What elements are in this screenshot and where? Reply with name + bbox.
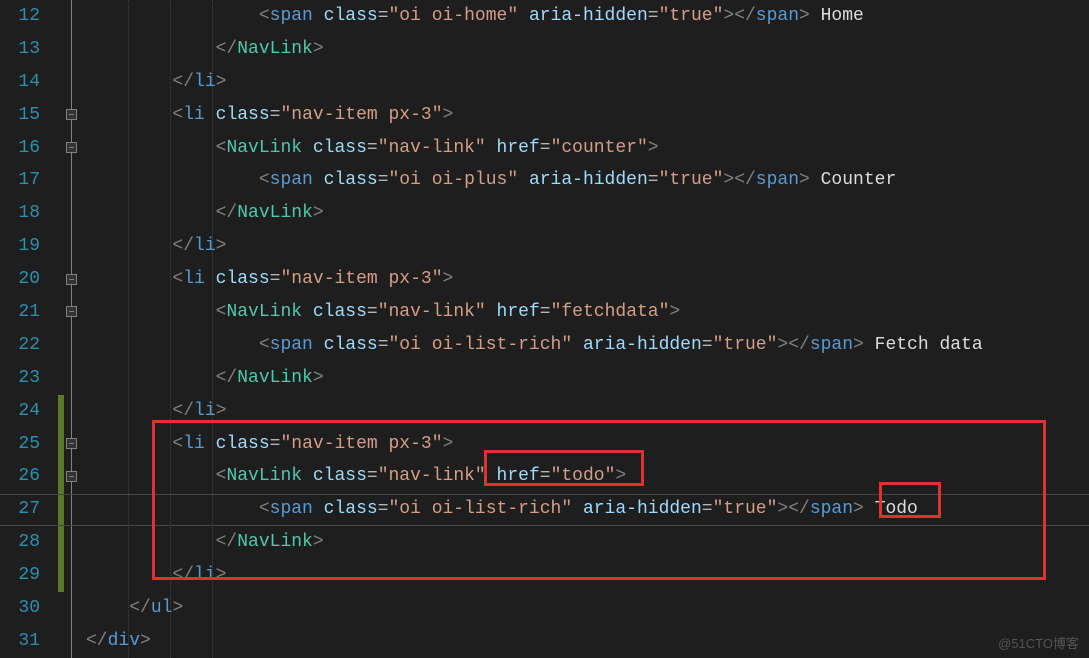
code-line[interactable]: </NavLink>	[86, 526, 1089, 559]
code-line[interactable]: </NavLink>	[86, 33, 1089, 66]
fold-toggle-icon[interactable]	[66, 438, 77, 449]
line-number: 18	[10, 197, 40, 230]
line-number: 20	[10, 263, 40, 296]
code-line[interactable]: <span class="oi oi-plus" aria-hidden="tr…	[86, 164, 1089, 197]
code-line[interactable]: </NavLink>	[86, 197, 1089, 230]
line-number-gutter: 12 13 14 15 16 17 18 19 20 21 22 23 24 2…	[0, 0, 58, 658]
line-number: 24	[10, 395, 40, 428]
watermark-text: @51CTO博客	[998, 633, 1079, 652]
line-number: 27	[10, 493, 40, 526]
line-number: 22	[10, 329, 40, 362]
fold-toggle-icon[interactable]	[66, 142, 77, 153]
line-number: 14	[10, 66, 40, 99]
line-number: 17	[10, 164, 40, 197]
code-line[interactable]: <span class="oi oi-list-rich" aria-hidde…	[86, 493, 1089, 526]
code-line[interactable]: </li>	[86, 395, 1089, 428]
code-line[interactable]: <NavLink class="nav-link" href="fetchdat…	[86, 296, 1089, 329]
line-number: 29	[10, 559, 40, 592]
fold-toggle-icon[interactable]	[66, 306, 77, 317]
code-line[interactable]: <NavLink class="nav-link" href="counter"…	[86, 132, 1089, 165]
line-number: 16	[10, 132, 40, 165]
code-line[interactable]: </li>	[86, 230, 1089, 263]
code-line[interactable]: </div>	[86, 625, 1089, 658]
line-number: 12	[10, 0, 40, 33]
line-number: 25	[10, 428, 40, 461]
code-line[interactable]: </NavLink>	[86, 362, 1089, 395]
line-number: 15	[10, 99, 40, 132]
fold-column	[64, 0, 86, 658]
fold-toggle-icon[interactable]	[66, 274, 77, 285]
code-editor[interactable]: 12 13 14 15 16 17 18 19 20 21 22 23 24 2…	[0, 0, 1089, 658]
code-line[interactable]: </ul>	[86, 592, 1089, 625]
code-line[interactable]: <li class="nav-item px-3">	[86, 428, 1089, 461]
fold-guide	[71, 0, 72, 658]
fold-toggle-icon[interactable]	[66, 471, 77, 482]
line-number: 21	[10, 296, 40, 329]
code-line[interactable]: <span class="oi oi-home" aria-hidden="tr…	[86, 0, 1089, 33]
line-number: 13	[10, 33, 40, 66]
code-area[interactable]: <span class="oi oi-home" aria-hidden="tr…	[86, 0, 1089, 658]
line-number: 28	[10, 526, 40, 559]
line-number: 19	[10, 230, 40, 263]
code-line[interactable]: <span class="oi oi-list-rich" aria-hidde…	[86, 329, 1089, 362]
line-number: 30	[10, 592, 40, 625]
code-line[interactable]: <li class="nav-item px-3">	[86, 99, 1089, 132]
line-number: 26	[10, 460, 40, 493]
code-line[interactable]: <li class="nav-item px-3">	[86, 263, 1089, 296]
code-line[interactable]: </li>	[86, 66, 1089, 99]
code-line[interactable]: </li>	[86, 559, 1089, 592]
code-line[interactable]: <NavLink class="nav-link" href="todo">	[86, 460, 1089, 493]
fold-toggle-icon[interactable]	[66, 109, 77, 120]
line-number: 31	[10, 625, 40, 658]
line-number: 23	[10, 362, 40, 395]
